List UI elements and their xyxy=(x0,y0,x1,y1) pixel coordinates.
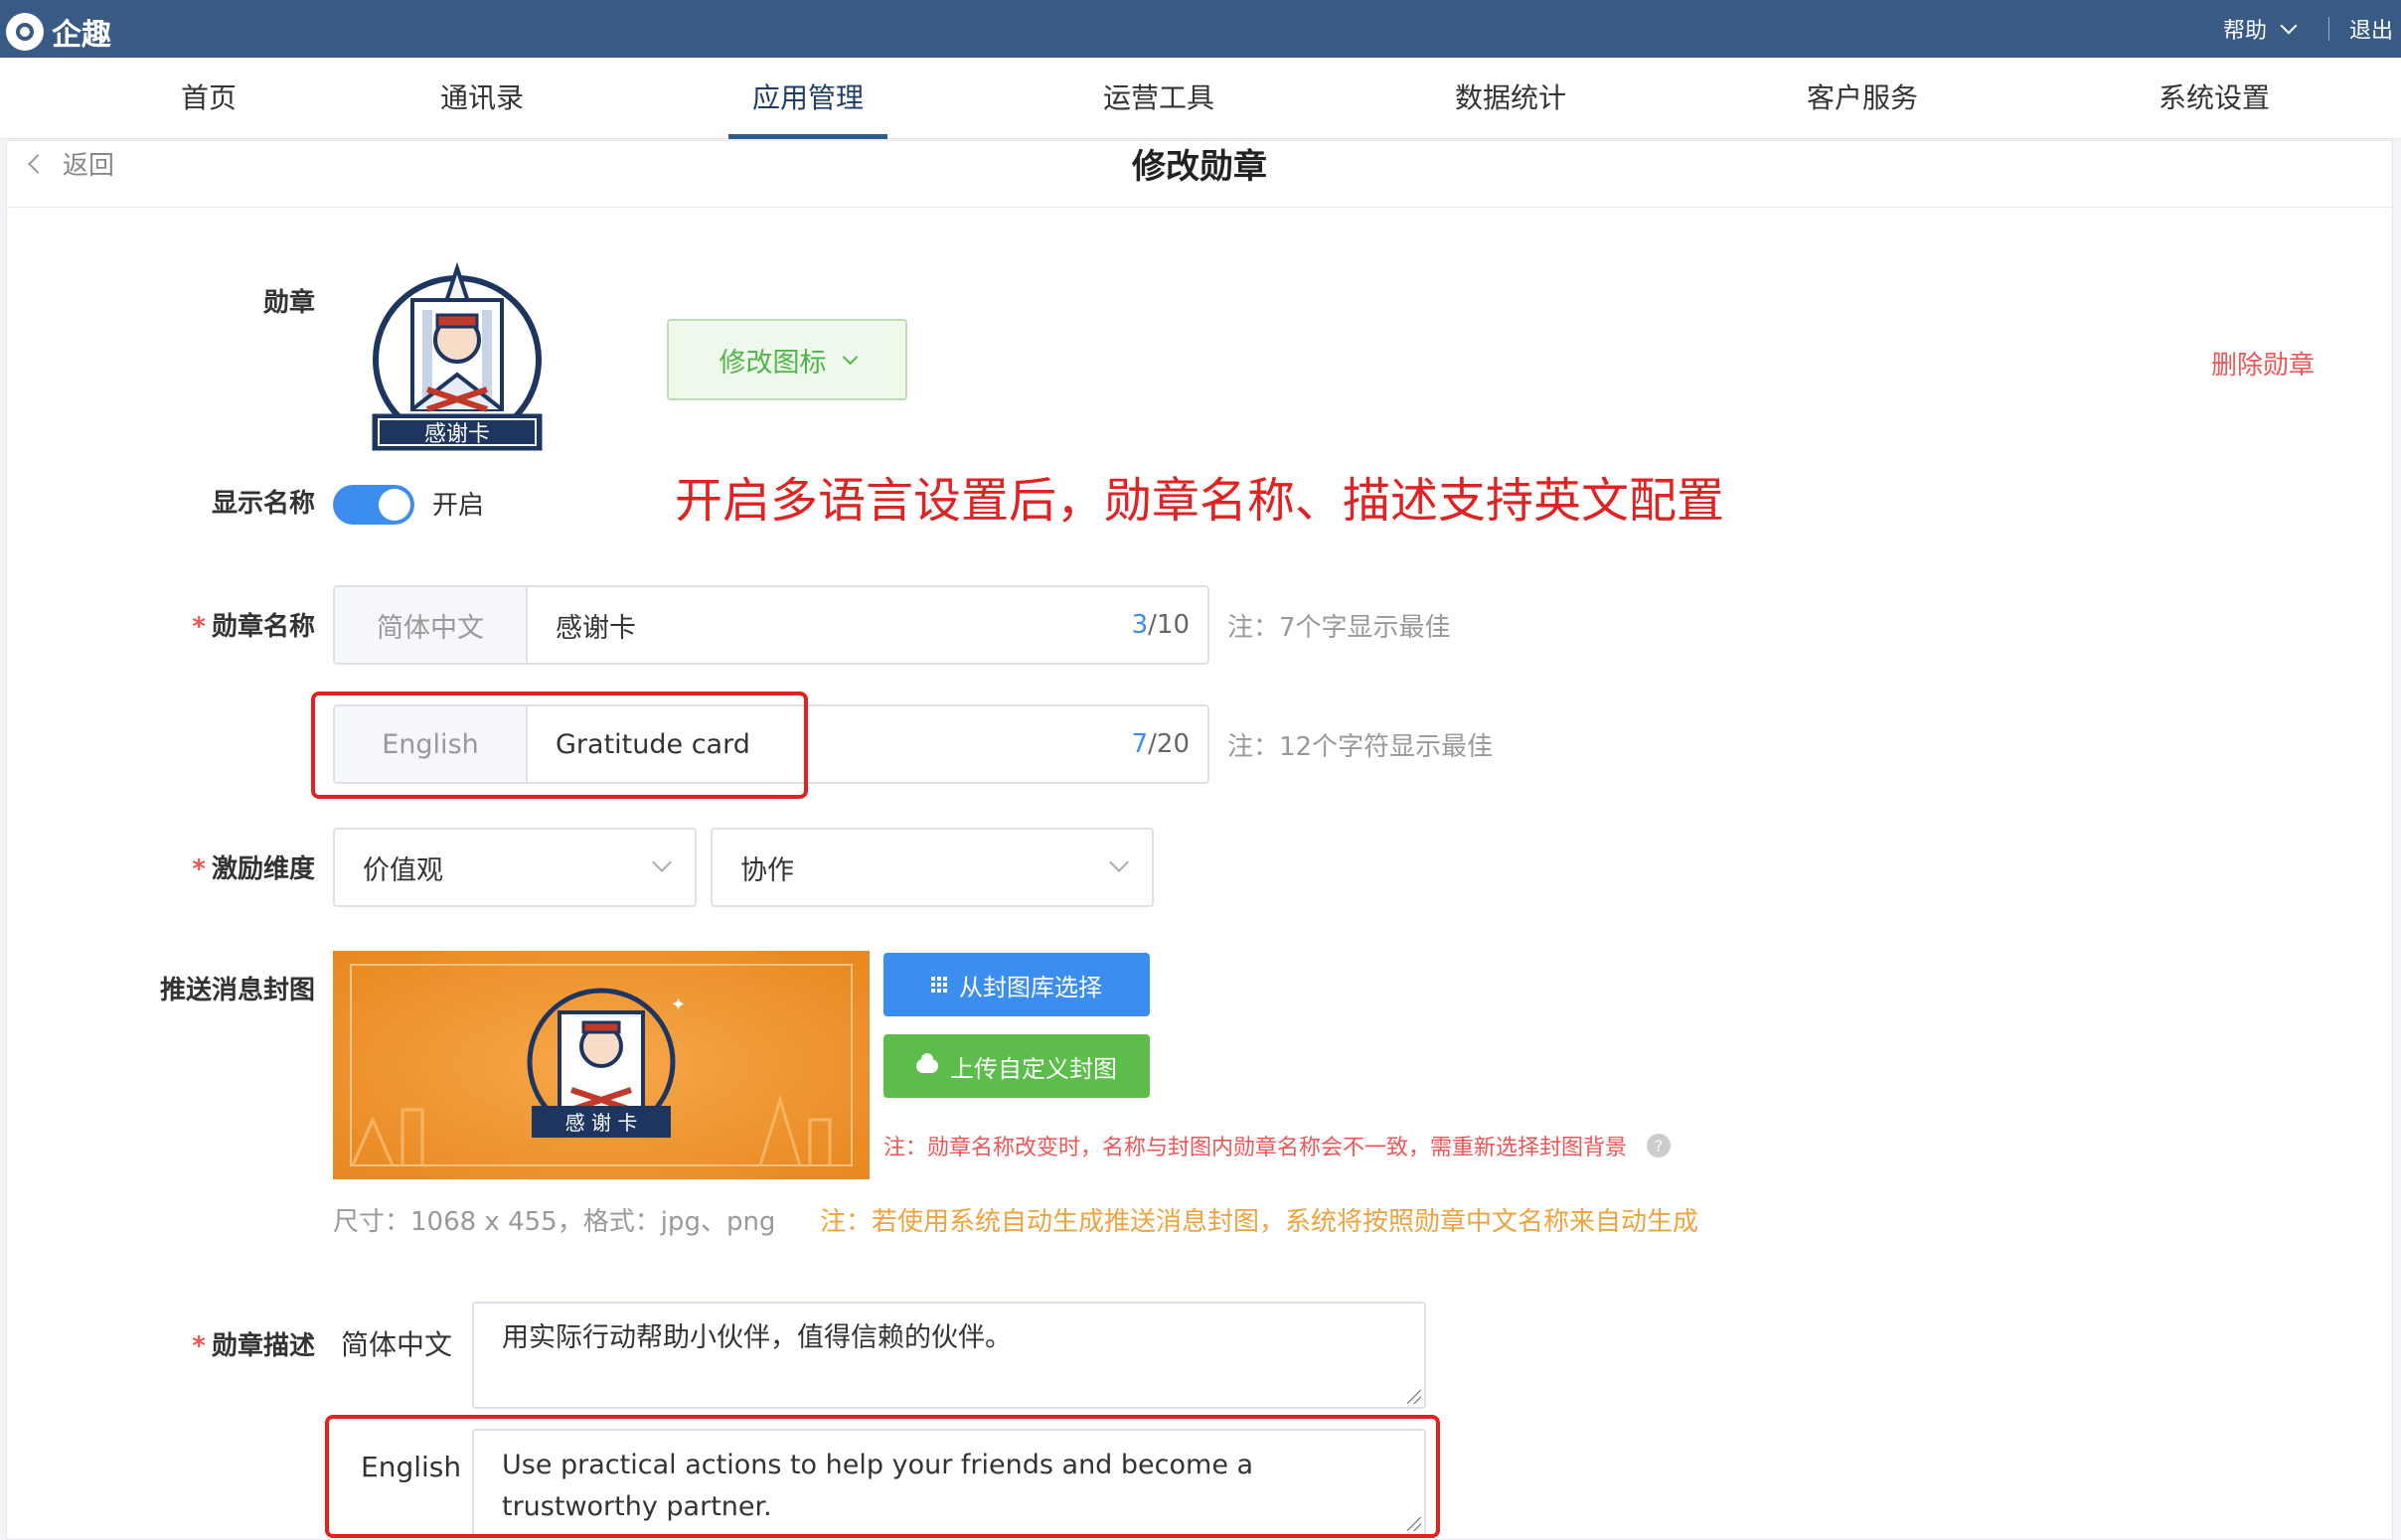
show-name-toggle[interactable] xyxy=(333,485,414,525)
description-lang-zh: 简体中文 xyxy=(341,1328,453,1361)
badge-caption: 感谢卡 xyxy=(424,422,490,447)
char-count-current: 3 xyxy=(1131,610,1149,640)
select-from-library-label: 从封图库选择 xyxy=(959,973,1102,1001)
cover-warning-text: 注：勋章名称改变时，名称与封图内勋章名称会不一致，需重新选择封图背景 xyxy=(883,1136,1628,1160)
cloud-upload-icon xyxy=(916,1053,938,1073)
description-zh-value: 用实际行动帮助小伙伴，值得信赖的伙伴。 xyxy=(502,1322,1012,1353)
svg-text:✦: ✦ xyxy=(671,995,686,1015)
show-name-label: 显示名称 xyxy=(211,489,315,519)
cover-label: 推送消息封图 xyxy=(159,976,315,1005)
edit-badge-panel: 返回 修改勋章 勋章 感谢卡 修改图标 删除勋章 显示名称 开启 开启多语言设置… xyxy=(6,140,2393,1540)
nav-item-home[interactable]: 首页 xyxy=(177,58,240,139)
cover-auto-note: 注：若使用系统自动生成推送消息封图，系统将按照勋章中文名称来自动生成 xyxy=(820,1207,1699,1237)
modify-icon-button[interactable]: 修改图标 xyxy=(667,319,907,400)
badge-image: 感谢卡 xyxy=(353,260,561,459)
nav-item-customer-service[interactable]: 客户服务 xyxy=(1805,58,1920,139)
cover-illustration: 感 谢 卡 ✦ xyxy=(333,951,870,1179)
badge-name-label-text: 勋章名称 xyxy=(211,612,315,642)
lang-addon-zh: 简体中文 xyxy=(335,587,528,663)
badge-illustration: 感谢卡 xyxy=(372,261,543,451)
chevron-down-icon xyxy=(2280,17,2298,35)
char-count-current: 7 xyxy=(1131,729,1149,759)
char-counter: 7/20 xyxy=(1132,706,1207,782)
dimension-label: * 激励维度 xyxy=(116,848,315,885)
required-mark: * xyxy=(192,1331,206,1361)
help-label: 帮助 xyxy=(2222,19,2267,44)
delete-badge-link[interactable]: 删除勋章 xyxy=(2211,345,2315,382)
select-value: 协作 xyxy=(740,854,794,886)
nav-item-contacts[interactable]: 通讯录 xyxy=(439,58,525,139)
badge-name-zh-note: 注：7个字显示最佳 xyxy=(1227,613,1451,643)
badge-name-en-note: 注：12个字符显示最佳 xyxy=(1227,732,1494,762)
required-mark: * xyxy=(192,612,206,642)
badge-name-zh-field[interactable]: 简体中文 感谢卡 3/10 xyxy=(333,585,1209,665)
upload-cover-button[interactable]: 上传自定义封图 xyxy=(883,1034,1150,1098)
toggle-knob xyxy=(379,489,410,521)
nav-item-statistics[interactable]: 数据统计 xyxy=(1453,58,1568,139)
dimension-select-secondary[interactable]: 协作 xyxy=(711,828,1154,907)
nav-item-operations[interactable]: 运营工具 xyxy=(1101,58,1216,139)
main-nav: 首页 通讯录 应用管理 运营工具 数据统计 客户服务 系统设置 xyxy=(0,58,2401,139)
logout-link[interactable]: 退出 xyxy=(2349,13,2393,45)
help-menu[interactable]: 帮助 xyxy=(2223,13,2309,45)
dimension-select-primary[interactable]: 价值观 xyxy=(333,828,697,907)
char-count-max: /10 xyxy=(1148,610,1190,640)
select-from-library-button[interactable]: 从封图库选择 xyxy=(883,953,1150,1016)
chevron-down-icon xyxy=(652,852,672,872)
description-label-text: 勋章描述 xyxy=(211,1331,315,1361)
divider xyxy=(2327,17,2329,41)
show-name-state: 开启 xyxy=(432,491,485,521)
upload-cover-label: 上传自定义封图 xyxy=(950,1054,1117,1083)
nav-item-app-management[interactable]: 应用管理 xyxy=(728,58,887,139)
divider xyxy=(7,207,2392,208)
highlight-box xyxy=(311,692,808,799)
badge-label: 勋章 xyxy=(262,288,315,318)
badge-name-zh-input[interactable]: 感谢卡 xyxy=(528,587,1132,663)
top-bar: 企趣 帮助 退出 xyxy=(0,0,2401,58)
top-right-menu: 帮助 退出 xyxy=(2223,0,2401,58)
nav-item-system-settings[interactable]: 系统设置 xyxy=(2157,58,2272,139)
logo-icon xyxy=(6,13,44,51)
annotation-text: 开启多语言设置后，勋章名称、描述支持英文配置 xyxy=(675,473,1725,529)
grid-icon xyxy=(931,977,947,993)
cover-caption: 感 谢 卡 xyxy=(565,1111,638,1135)
help-icon[interactable]: ? xyxy=(1647,1134,1672,1157)
modify-icon-label: 修改图标 xyxy=(719,347,827,379)
char-counter: 3/10 xyxy=(1132,587,1207,663)
char-count-max: /20 xyxy=(1148,729,1190,759)
cover-size-note: 尺寸：1068 x 455，格式：jpg、png xyxy=(333,1207,776,1237)
description-label: * 勋章描述 xyxy=(116,1325,315,1362)
highlight-box xyxy=(325,1415,1440,1538)
dimension-label-text: 激励维度 xyxy=(211,854,315,884)
required-mark: * xyxy=(192,854,206,884)
app-logo[interactable]: 企趣 xyxy=(6,10,111,54)
chevron-down-icon xyxy=(1109,852,1129,872)
app-name: 企趣 xyxy=(52,18,111,53)
cover-image: 感 谢 卡 ✦ xyxy=(333,951,870,1179)
description-zh-textarea[interactable]: 用实际行动帮助小伙伴，值得信赖的伙伴。 xyxy=(472,1302,1426,1409)
resize-handle[interactable] xyxy=(1407,1390,1421,1404)
select-value: 价值观 xyxy=(363,854,443,886)
page-title: 修改勋章 xyxy=(1132,147,1267,187)
badge-name-label: * 勋章名称 xyxy=(116,606,315,643)
cover-warning: 注：勋章名称改变时，名称与封图内勋章名称会不一致，需重新选择封图背景 ? xyxy=(883,1130,1672,1161)
chevron-down-icon xyxy=(842,349,858,365)
